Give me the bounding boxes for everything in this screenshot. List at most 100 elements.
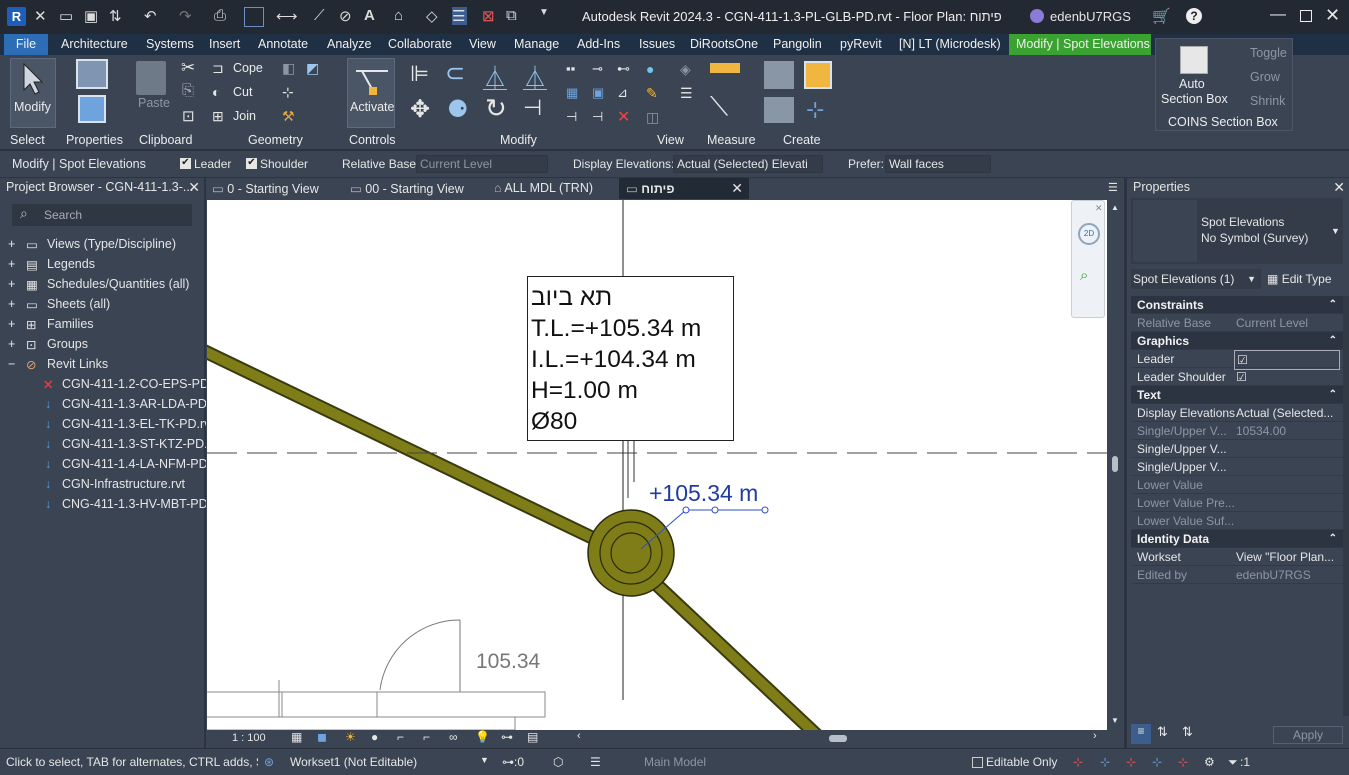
cut-geometry-icon[interactable]: ◐ (212, 84, 220, 100)
join-icon[interactable]: ⊞ (212, 108, 224, 125)
thin-lines-icon[interactable]: ☰ (452, 7, 468, 25)
select-panel-label[interactable]: Select (10, 133, 45, 147)
create-parts-icon[interactable] (764, 97, 794, 123)
visual-style-icon[interactable]: ◼ (317, 730, 327, 744)
select-by-face-icon[interactable]: ⊹ (1152, 755, 1162, 769)
switch-windows-icon[interactable]: ⧉ (506, 7, 519, 24)
copy-elements-icon[interactable]: ⚈ (447, 95, 469, 124)
trim-extend-icon[interactable]: ⊣ (523, 95, 542, 121)
mirror-draw-axis-icon[interactable]: ⏅ (523, 59, 547, 94)
create-similar-icon[interactable]: ⊹ (806, 97, 824, 123)
manhole-tag[interactable]: תא ביוב T.L.=+105.34 m I.L.=+104.34 m H=… (527, 276, 734, 441)
main-model-selector[interactable]: Main Model (644, 755, 706, 769)
window-close-icon[interactable]: ✕ (1325, 5, 1340, 26)
scroll-down-icon[interactable]: ▼ (1111, 716, 1119, 725)
category-constraints[interactable]: Constraints ⌃ (1131, 296, 1343, 314)
tab-add-ins[interactable]: Add-Ins (577, 34, 620, 55)
shrink-label[interactable]: Shrink (1250, 94, 1285, 108)
view-tab[interactable]: ⌂ ALL MDL (TRN) (494, 181, 593, 195)
steering-wheel-icon[interactable]: 2D (1078, 223, 1100, 245)
spot-elevation-selected[interactable]: +105.34 m (649, 480, 758, 507)
scroll-thumb[interactable] (1112, 456, 1118, 472)
coins-panel-label[interactable]: COINS Section Box (1168, 115, 1278, 129)
rotate-icon[interactable]: ↻ (485, 93, 507, 124)
activate-button[interactable]: Activate (347, 58, 395, 128)
prop-edited-by[interactable]: Edited by edenbU7RGS (1131, 566, 1343, 584)
sort-ascending-icon[interactable]: ⇅ (1157, 724, 1168, 740)
wall-joins-icon[interactable]: ⊹ (282, 84, 294, 101)
tab-close-icon[interactable]: ✕ (731, 180, 743, 197)
user-icon[interactable] (1030, 9, 1044, 23)
properties-icon[interactable] (76, 59, 108, 89)
close-hidden-icon[interactable]: ⊠ (482, 7, 497, 25)
category-text[interactable]: Text ⌃ (1131, 386, 1343, 404)
crop-region-icon[interactable]: ⌐ (423, 730, 430, 744)
category-identity-data[interactable]: Identity Data ⌃ (1131, 530, 1343, 548)
shoulder-checkbox[interactable]: ✔ (246, 158, 257, 169)
tab-file[interactable]: File (4, 34, 48, 55)
type-selector[interactable]: Spot Elevations No Symbol (Survey) ▼ (1131, 198, 1343, 264)
tab-collaborate[interactable]: Collaborate (388, 34, 452, 55)
pin-icon[interactable]: ⊸ (592, 61, 603, 77)
display-elevations-dropdown[interactable]: Actual (Selected) Elevati (673, 155, 823, 173)
hide-category-icon[interactable]: ◫ (646, 109, 659, 126)
copy-icon[interactable]: ⎘ (182, 82, 194, 99)
reveal-hidden-icon[interactable]: 💡 (475, 730, 490, 744)
shadows-icon[interactable]: ● (371, 730, 378, 744)
customize-qat-icon[interactable]: ▼ (539, 7, 551, 18)
properties-close-icon[interactable]: ✕ (1333, 178, 1345, 196)
select-links-icon[interactable]: ⊹ (1073, 755, 1083, 769)
workset-dropdown-icon[interactable]: ▼ (480, 755, 489, 765)
nav-close-icon[interactable]: ✕ (1095, 203, 1103, 214)
categorized-view-icon[interactable]: ≡ (1131, 724, 1151, 744)
section-box-label[interactable]: Section Box (1161, 92, 1228, 106)
split-gap-icon[interactable]: ⊷ (617, 61, 630, 77)
select-pinned-icon[interactable]: ⊹ (1126, 755, 1136, 769)
drag-elements-icon[interactable]: ⊹ (1178, 755, 1188, 769)
scale-label[interactable]: 1 : 100 (232, 732, 266, 744)
align-icon[interactable]: ⊫ (410, 61, 429, 87)
prefer-dropdown[interactable]: Wall faces (885, 155, 991, 173)
view-tab[interactable]: ▭ 00 - Starting View (350, 181, 464, 196)
type-dropdown-icon[interactable]: ▼ (1331, 226, 1340, 236)
sort-descending-icon[interactable]: ⇅ (1182, 724, 1193, 740)
editable-only-checkbox[interactable] (972, 757, 983, 768)
tab-modify-spot-elevations[interactable]: Modify | Spot Elevations (1009, 34, 1151, 55)
join-label[interactable]: Join (233, 109, 256, 123)
dimension-icon[interactable]: ⟍ (710, 91, 728, 123)
relative-base-dropdown[interactable]: Current Level (416, 155, 548, 173)
offset-icon[interactable]: ⊂ (445, 59, 465, 88)
create-group-icon[interactable] (804, 61, 832, 89)
scale-icon[interactable]: ⊣ (566, 109, 577, 125)
user-name[interactable]: edenbU7RGS (1050, 9, 1131, 24)
spot-elevation-grey[interactable]: 105.34 (476, 650, 540, 674)
cut-scissors-icon[interactable]: ✂ (181, 58, 195, 78)
tab-pyrevit[interactable]: pyRevit (840, 34, 882, 55)
create-assembly-icon[interactable] (764, 61, 794, 89)
search-input[interactable]: ⌕ Search (12, 204, 192, 226)
split-face-icon[interactable]: ◧ (282, 60, 295, 77)
override-graphics-icon[interactable]: ● (646, 61, 654, 77)
tab-architecture[interactable]: Architecture (61, 34, 128, 55)
detail-level-icon[interactable]: ▦ (291, 730, 302, 744)
tab-annotate[interactable]: Annotate (258, 34, 308, 55)
demolish-icon[interactable]: ⚒ (282, 108, 295, 125)
zoom-icon[interactable]: ⌕ (1080, 267, 1088, 284)
project-browser-close-icon[interactable]: ✕ (188, 178, 200, 196)
cart-icon[interactable]: 🛒 (1152, 7, 1171, 25)
3d-view-icon[interactable]: ⌂ (394, 7, 405, 24)
tab-view[interactable]: View (469, 34, 496, 55)
print-icon[interactable]: ⎙ (214, 7, 228, 24)
help-icon[interactable]: ? (1186, 8, 1202, 24)
scroll-left-icon[interactable]: ‹ (577, 730, 581, 742)
minimize-icon[interactable]: — (1270, 6, 1286, 24)
close-icon[interactable]: ✕ (34, 7, 49, 25)
measure-between-icon[interactable] (710, 63, 740, 73)
filter-icon[interactable]: ⏷ (1228, 755, 1238, 770)
tab-issues[interactable]: Issues (639, 34, 675, 55)
sync-icon[interactable]: ⇅ (109, 7, 124, 25)
instance-selector[interactable]: Spot Elevations (1) ▼ (1131, 269, 1261, 289)
trim-multiple-icon[interactable]: ⊣ (592, 109, 603, 125)
undo-icon[interactable]: ↶ (144, 7, 159, 25)
maximize-icon[interactable] (1300, 10, 1312, 22)
